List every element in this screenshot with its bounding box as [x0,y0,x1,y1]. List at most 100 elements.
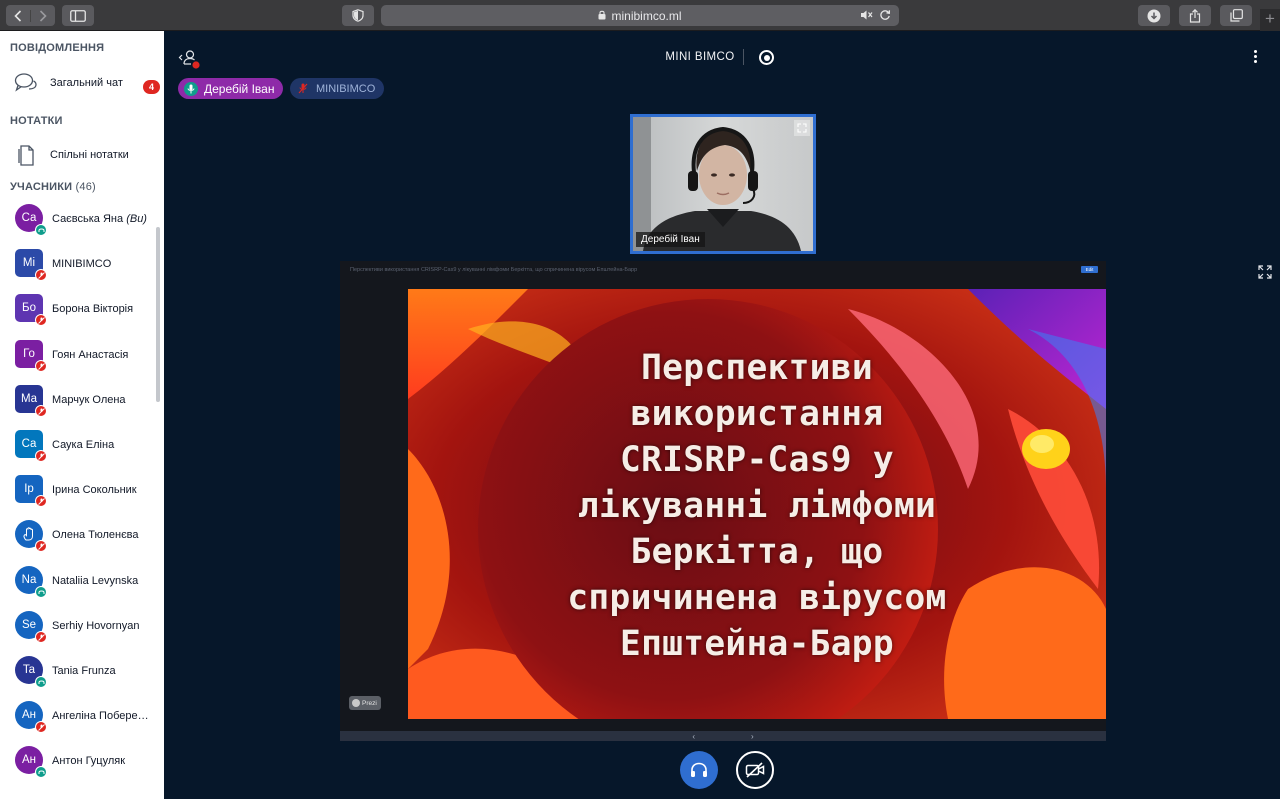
user-list-item[interactable]: Se Serhiy Hovornyan [0,607,156,643]
user-list-item[interactable]: Са Саука Еліна [0,426,156,462]
user-list-item[interactable]: Ан Антон Гуцуляк [0,742,156,778]
raised-hand-icon [23,527,33,541]
next-slide-button[interactable]: › [751,732,754,741]
talker-name-2: MINIBIMCO [316,82,376,95]
slide-navigation: ‹ › [340,731,1106,741]
forward-arrow-icon[interactable] [31,9,55,22]
user-name-text: Борона Вікторія [52,303,134,315]
avatar-initials: Ta [22,664,36,676]
public-chat-item[interactable]: Загальний чат 4 [0,66,164,100]
user-name: Serhiy Hovornyan [52,620,154,632]
shield-icon[interactable] [342,5,374,26]
users-heading: УЧАСНИКИ (46) [10,181,96,193]
camera-off-icon [745,762,765,778]
avatar-initials: Ма [20,393,38,405]
avatar-initials: Ан [21,754,37,766]
avatar-initials: Ір [24,483,34,495]
presentation-fullscreen-icon[interactable] [1258,265,1272,284]
microphone-muted-icon [35,631,47,643]
user-name-text: Tania Frunza [52,665,116,677]
users-count: (46) [75,181,96,193]
avatar-initials: Ан [21,709,37,721]
webcam-tile[interactable]: Деребій Іван [630,114,816,254]
download-icon[interactable] [1138,5,1170,26]
user-name-text: Nataliia Levynska [52,575,139,587]
previous-slide-button[interactable]: ‹ [692,732,695,741]
lock-icon [598,9,606,23]
slide-title-line: Перспективи [641,348,873,388]
slide-title-line: використання [630,394,884,434]
talker-pill-1[interactable]: Деребій Іван [178,78,284,99]
audio-button[interactable] [680,751,718,789]
users-heading-label: УЧАСНИКИ [10,181,73,193]
listen-only-icon [35,586,47,598]
mute-icon[interactable] [860,9,873,24]
user-list-item[interactable]: Ан Ангеліна Побере… [0,697,156,733]
presentation-edit-button[interactable]: Edit [1081,266,1098,273]
sidebar-toggle-icon[interactable] [62,5,94,26]
share-icon[interactable] [1179,5,1211,26]
shared-notes-item[interactable]: Спільні нотатки [0,138,164,172]
headphones-icon [691,762,707,777]
new-tab-icon[interactable]: + [1260,9,1280,31]
user-list-item[interactable]: Ма Марчук Олена [0,381,156,417]
user-name: Борона Вікторія [52,303,154,315]
microphone-icon [184,81,198,96]
user-name: Саука Еліна [52,439,154,451]
avatar-initials: Se [21,619,37,631]
options-menu-icon[interactable] [1252,48,1258,68]
prezi-logo-icon [352,699,360,707]
slide-title-line: Епштейна-Барр [620,624,894,664]
user-name: Антон Гуцуляк [52,755,154,767]
unread-badge: 4 [143,80,160,94]
user-name-text: Олена Тюленєва [52,529,139,541]
back-arrow-icon[interactable] [7,9,31,22]
meeting-title: MINI BIMCO [164,51,1280,63]
presentation-slide: Перспективи використання CRISRP-Cas9 у ліку… [408,289,1106,719]
address-bar[interactable]: minibimco.ml [381,5,899,26]
tabs-icon[interactable] [1220,5,1252,26]
listen-only-icon [35,766,47,778]
slide-title-line: лікуванні лімфоми [577,486,937,526]
microphone-muted-icon [35,360,47,372]
main-area: MINI BIMCO Деребій Іван MINIBIMCO Деребі… [164,31,1280,799]
user-name: Саєвська Яна (Ви) [52,213,154,225]
microphone-muted-icon [35,721,47,733]
user-list-item[interactable]: Олена Тюленєва [0,516,156,552]
user-list-item[interactable]: Mi MINIBIMCO [0,245,156,281]
sidebar-scrollbar[interactable] [156,227,160,402]
user-list-item[interactable]: Са Саєвська Яна (Ви) [0,200,156,236]
slide-title-line: спричинена вірусом [567,578,947,618]
user-name: Ірина Сокольник [52,484,154,496]
user-name-text: Ірина Сокольник [52,484,137,496]
user-list-item[interactable]: Ір Ірина Сокольник [0,471,156,507]
avatar-initials: Na [21,574,37,586]
reload-icon[interactable] [879,9,891,24]
notes-heading: НОТАТКИ [10,115,63,127]
slide-title: Перспективи використання CRISRP-Cas9 у ліку… [408,345,1106,667]
user-name: Олена Тюленєва [52,529,154,541]
chat-bubbles-icon [13,70,39,96]
presentation-area: Перспективи використання CRISRP-Cas9 у л… [340,261,1106,741]
avatar-initials: Са [21,438,37,450]
talker-pill-2[interactable]: MINIBIMCO [290,78,385,99]
record-icon[interactable] [759,50,774,65]
listen-only-icon [35,676,47,688]
prezi-badge[interactable]: Prezi [349,696,381,710]
user-list-item[interactable]: Na Nataliia Levynska [0,562,156,598]
user-name: Tania Frunza [52,665,154,677]
title-separator [743,49,744,65]
microphone-muted-icon [35,495,47,507]
user-list-item[interactable]: Ta Tania Frunza [0,652,156,688]
user-list-item[interactable]: Бо Борона Вікторія [0,290,156,326]
microphone-muted-icon [296,82,310,96]
slide-title-line: CRISRP-Cas9 у [620,440,894,480]
video-button[interactable] [736,751,774,789]
avatar-initials: Бо [22,302,36,314]
user-list-item[interactable]: Го Гоян Анастасія [0,336,156,372]
webcam-video [633,117,813,251]
avatar-initials: Mi [22,257,36,269]
microphone-muted-icon [35,540,47,552]
fullscreen-icon[interactable] [794,120,810,136]
user-name: Ангеліна Побере… [52,710,154,722]
